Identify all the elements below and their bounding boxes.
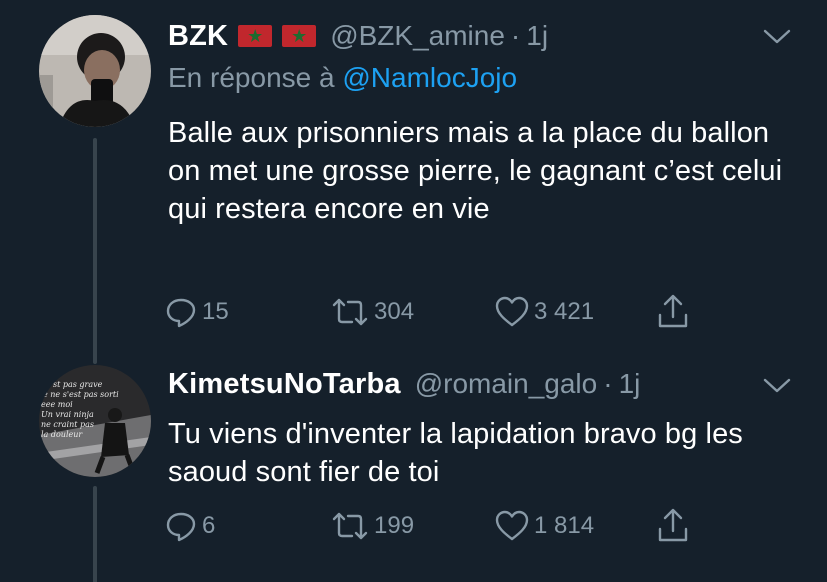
display-name[interactable]: BZK (168, 20, 228, 53)
like-button[interactable]: 1 814 (494, 504, 594, 548)
morocco-flag-icon: ★ (282, 25, 317, 47)
avatar-caption-line: ne craint pas (41, 420, 94, 429)
share-button[interactable] (656, 290, 690, 334)
reply-context: En réponse à @NamlocJojo (168, 62, 517, 94)
like-count: 1 814 (534, 512, 595, 539)
tweet-text: Balle aux prisonniers mais a la place du… (168, 117, 783, 225)
like-count: 3 421 (534, 298, 595, 325)
separator: · (603, 368, 613, 399)
morocco-flag-icon: ★ (238, 25, 273, 47)
tweet-header: BZK ★ ★ @BZK_amine · 1j (168, 15, 548, 57)
timestamp[interactable]: 1j (526, 20, 548, 52)
thread-line (93, 138, 97, 364)
tweet-header: KimetsuNoTarba @romain_galo · 1j (168, 363, 640, 405)
heart-icon (495, 296, 529, 327)
tweet[interactable]: BZK ★ ★ @BZK_amine · 1j En réponse à @Na… (0, 0, 827, 364)
reply-icon (166, 512, 196, 542)
thread-line (93, 486, 97, 582)
reply-count: 6 (202, 512, 216, 539)
separator: · (510, 20, 521, 51)
retweet-icon (332, 298, 368, 326)
chevron-down-icon[interactable] (760, 25, 794, 49)
tweet-actions: 15 304 3 421 (164, 290, 724, 334)
timeline: BZK ★ ★ @BZK_amine · 1j En réponse à @Na… (0, 0, 827, 582)
retweet-icon (332, 512, 368, 540)
avatar-caption-line: e ne s'est pas sorti (43, 390, 119, 399)
retweet-button[interactable]: 199 (330, 504, 414, 548)
avatar-caption-line: Un vrai ninja (41, 410, 94, 419)
reply-count: 15 (202, 298, 229, 325)
reply-button[interactable]: 15 (164, 290, 229, 334)
chevron-down-icon[interactable] (760, 374, 794, 398)
user-handle[interactable]: @BZK_amine (330, 20, 505, 52)
tweet[interactable]: st pas grave e ne s'est pas sorti eee mo… (0, 358, 827, 582)
timestamp[interactable]: 1j (619, 368, 641, 400)
avatar[interactable]: st pas grave e ne s'est pas sorti eee mo… (39, 365, 151, 477)
retweet-count: 199 (374, 512, 415, 539)
avatar-caption-line: eee moi (41, 400, 73, 409)
reply-mention-link[interactable]: @NamlocJojo (342, 62, 517, 93)
retweet-button[interactable]: 304 (330, 290, 414, 334)
retweet-count: 304 (374, 298, 415, 325)
share-icon (658, 508, 688, 542)
share-icon (658, 294, 688, 328)
reply-prefix: En réponse à (168, 62, 335, 93)
avatar-caption-line: st pas grave (53, 380, 103, 389)
user-handle[interactable]: @romain_galo (415, 368, 598, 400)
share-button[interactable] (656, 504, 690, 548)
tweet-text: Tu viens d'inventer la lapidation bravo … (168, 418, 743, 488)
reply-icon (166, 298, 196, 328)
avatar-caption-line: la douleur (41, 430, 83, 439)
avatar[interactable] (39, 15, 151, 127)
like-button[interactable]: 3 421 (494, 290, 594, 334)
heart-icon (495, 510, 529, 541)
tweet-actions: 6 199 1 814 (164, 504, 724, 548)
reply-button[interactable]: 6 (164, 504, 215, 548)
display-name[interactable]: KimetsuNoTarba (168, 368, 401, 401)
